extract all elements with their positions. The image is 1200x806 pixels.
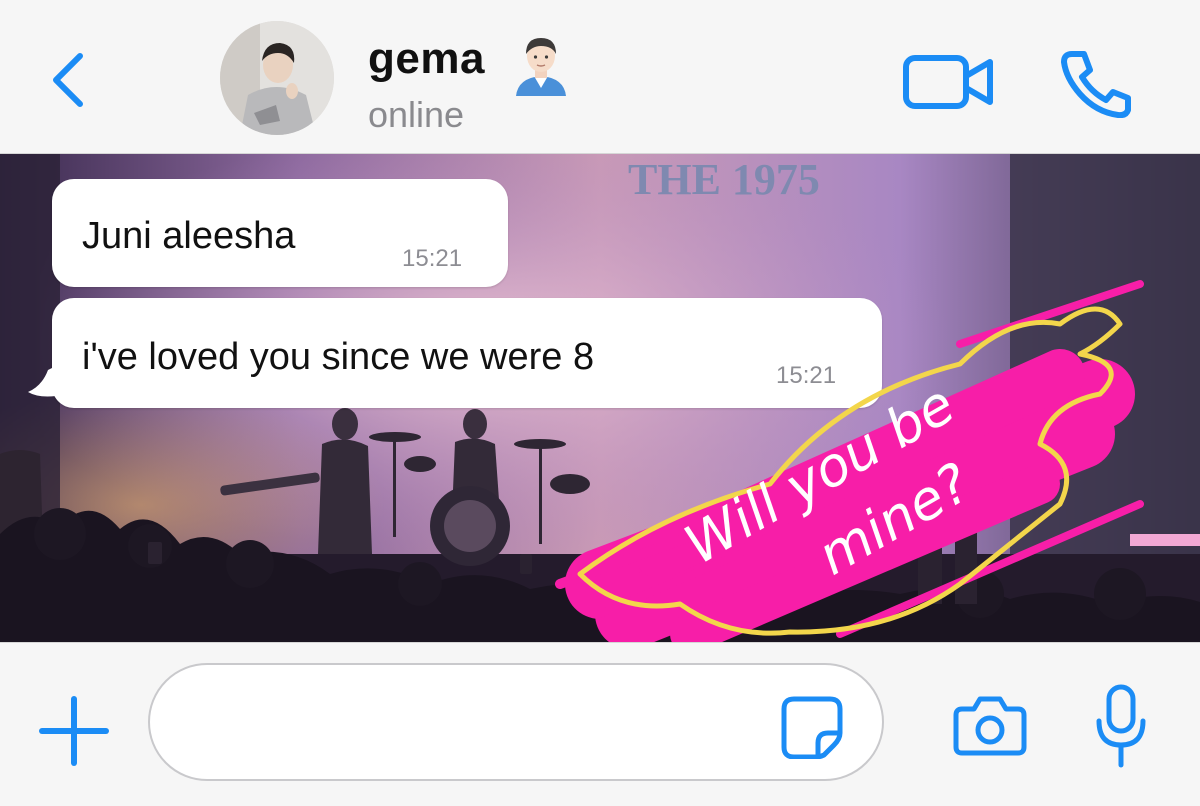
background-sign: THE 1975 <box>628 155 820 204</box>
message-text: i've loved you since we were 8 <box>82 336 595 378</box>
will-you-be-mine-sticker[interactable]: Will you be mine? <box>540 254 1160 642</box>
chat-header: gema online <box>0 0 1200 154</box>
chat-area: THE 1975 Juni aleesha 15:21 i've loved y… <box>0 154 1200 642</box>
plus-icon[interactable] <box>38 695 110 767</box>
message-text: Juni aleesha <box>82 215 296 257</box>
back-icon[interactable] <box>48 50 88 110</box>
sticker-icon[interactable] <box>780 695 844 759</box>
camera-icon[interactable] <box>952 695 1028 757</box>
bubble-tail <box>28 366 56 397</box>
message-bubble[interactable]: Juni aleesha 15:21 <box>52 179 508 287</box>
phone-icon[interactable] <box>1058 48 1134 118</box>
contact-name: gema <box>368 34 485 83</box>
message-input[interactable] <box>148 663 884 781</box>
input-bar <box>0 642 1200 806</box>
contact-status: online <box>368 94 465 135</box>
video-call-icon[interactable] <box>902 52 996 112</box>
person-emoji-icon <box>516 38 566 96</box>
message-time: 15:21 <box>402 245 463 272</box>
avatar[interactable] <box>220 21 334 135</box>
microphone-icon[interactable] <box>1094 683 1148 771</box>
